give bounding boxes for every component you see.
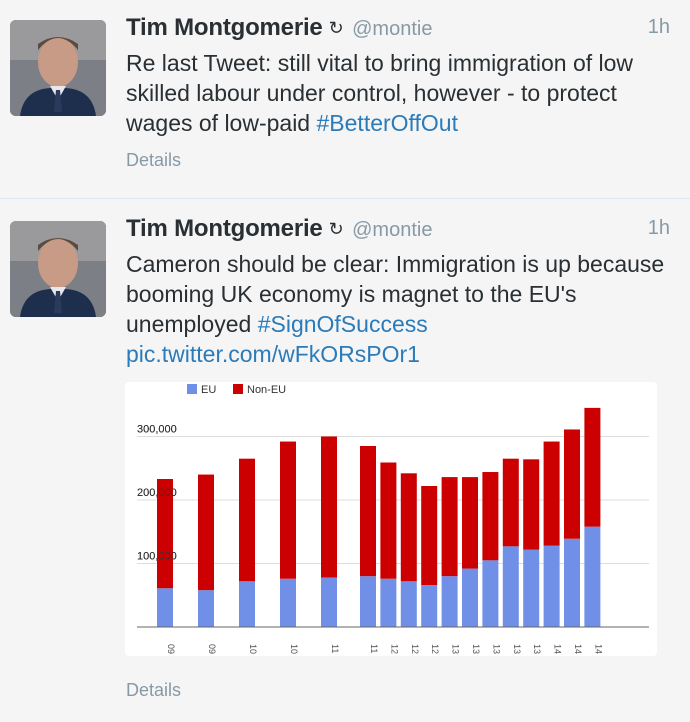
y-tick-label-overlay: 200,000 xyxy=(137,487,177,499)
x-tick-label: 12 xyxy=(430,644,440,654)
x-tick-label: 09 xyxy=(166,644,176,654)
legend-swatch-eu xyxy=(187,384,197,394)
bar-non-eu xyxy=(321,436,337,578)
author-handle[interactable]: @montie xyxy=(352,219,432,241)
bar-eu xyxy=(198,590,214,627)
x-tick-label: 14 xyxy=(573,644,583,654)
x-tick-label: 13 xyxy=(471,644,481,654)
hashtag-link[interactable]: #SignOfSuccess xyxy=(258,311,428,337)
tweet-header: Tim Montgomerie ↻ @montie 1h xyxy=(126,215,670,249)
tweet-2[interactable]: Tim Montgomerie ↻ @montie 1h Cameron shou… xyxy=(0,201,690,722)
x-tick-label: 14 xyxy=(593,644,603,654)
bar-non-eu xyxy=(441,477,458,577)
bar-eu xyxy=(157,588,173,627)
bar-non-eu xyxy=(482,472,499,561)
bar-non-eu xyxy=(239,458,255,582)
bar-eu xyxy=(441,576,458,627)
bar-eu xyxy=(321,577,337,627)
bar-non-eu xyxy=(400,473,417,582)
bar-non-eu xyxy=(280,441,296,579)
author-name[interactable]: Tim Montgomerie xyxy=(126,215,323,242)
bar-eu xyxy=(502,546,519,627)
media-link[interactable]: pic.twitter.com/wFkORsPOr1 xyxy=(126,341,420,367)
bar-non-eu xyxy=(502,458,519,547)
avatar[interactable] xyxy=(10,221,106,317)
bar-eu xyxy=(462,568,478,627)
bar-eu xyxy=(280,578,296,627)
legend-label-eu: EU xyxy=(201,384,216,396)
x-tick-label: 12 xyxy=(389,644,399,654)
avatar-photo xyxy=(10,221,106,317)
timestamp[interactable]: 1h xyxy=(648,16,670,39)
bar-chart: 100,000 200,000 300,000 09 09 10 10 11 11 12 12 12 1… xyxy=(137,384,649,654)
x-tick-label: 11 xyxy=(369,644,379,653)
bar-eu xyxy=(584,526,601,627)
refresh-icon: ↻ xyxy=(328,219,344,239)
bar-eu xyxy=(360,576,376,627)
bar-non-eu xyxy=(564,429,580,539)
x-tick-label: 13 xyxy=(512,644,522,654)
bar-non-eu xyxy=(380,462,397,579)
bar-non-eu xyxy=(198,474,214,591)
author-name[interactable]: Tim Montgomerie xyxy=(126,14,323,41)
y-tick-label-overlay: 300,000 xyxy=(137,423,177,435)
refresh-icon: ↻ xyxy=(328,18,344,38)
bar-eu xyxy=(380,578,397,627)
bar-eu xyxy=(421,585,438,627)
bar-eu xyxy=(482,560,499,627)
bar-non-eu xyxy=(360,445,376,577)
hashtag-link[interactable]: #BetterOffOut xyxy=(317,110,458,136)
tweet-header: Tim Montgomerie ↻ @montie 1h xyxy=(126,14,670,48)
bar-non-eu xyxy=(523,459,540,550)
bar-non-eu xyxy=(584,407,601,527)
bar-non-eu xyxy=(462,477,478,569)
x-tick-label: 10 xyxy=(289,644,299,654)
bar-non-eu xyxy=(421,486,438,586)
avatar-photo xyxy=(10,20,106,116)
avatar[interactable] xyxy=(10,20,106,116)
details-link[interactable]: Details xyxy=(126,150,181,171)
tweet-1[interactable]: Tim Montgomerie ↻ @montie 1h Re last Twee… xyxy=(0,0,690,199)
legend-label-non-eu: Non-EU xyxy=(247,384,286,396)
bar-eu xyxy=(564,538,580,627)
bar-non-eu xyxy=(543,441,560,546)
tweet-text: Cameron should be clear: Immigration is … xyxy=(126,249,666,369)
x-tick-label: 11 xyxy=(330,644,340,653)
legend-swatch-non-eu xyxy=(233,384,243,394)
x-tick-label: 13 xyxy=(451,644,461,654)
bar-eu xyxy=(543,545,560,627)
x-tick-label: 13 xyxy=(491,644,501,654)
details-link[interactable]: Details xyxy=(126,680,181,701)
x-tick-label: 12 xyxy=(410,644,420,654)
x-tick-label: 09 xyxy=(207,644,217,654)
x-tick-label: 10 xyxy=(248,644,258,654)
bar-eu xyxy=(239,581,255,627)
y-tick-label-overlay: 100,000 xyxy=(137,550,177,562)
bar-eu xyxy=(400,581,417,627)
bar-eu xyxy=(523,549,540,627)
x-tick-label: 14 xyxy=(553,644,563,654)
chart-image[interactable]: 100,000 200,000 300,000 09 09 10 10 11 11 12 12 12 1… xyxy=(125,382,657,656)
tweet-text: Re last Tweet: still vital to bring immi… xyxy=(126,48,666,138)
x-tick-label: 13 xyxy=(532,644,542,654)
author-handle[interactable]: @montie xyxy=(352,18,432,40)
timestamp[interactable]: 1h xyxy=(648,217,670,240)
